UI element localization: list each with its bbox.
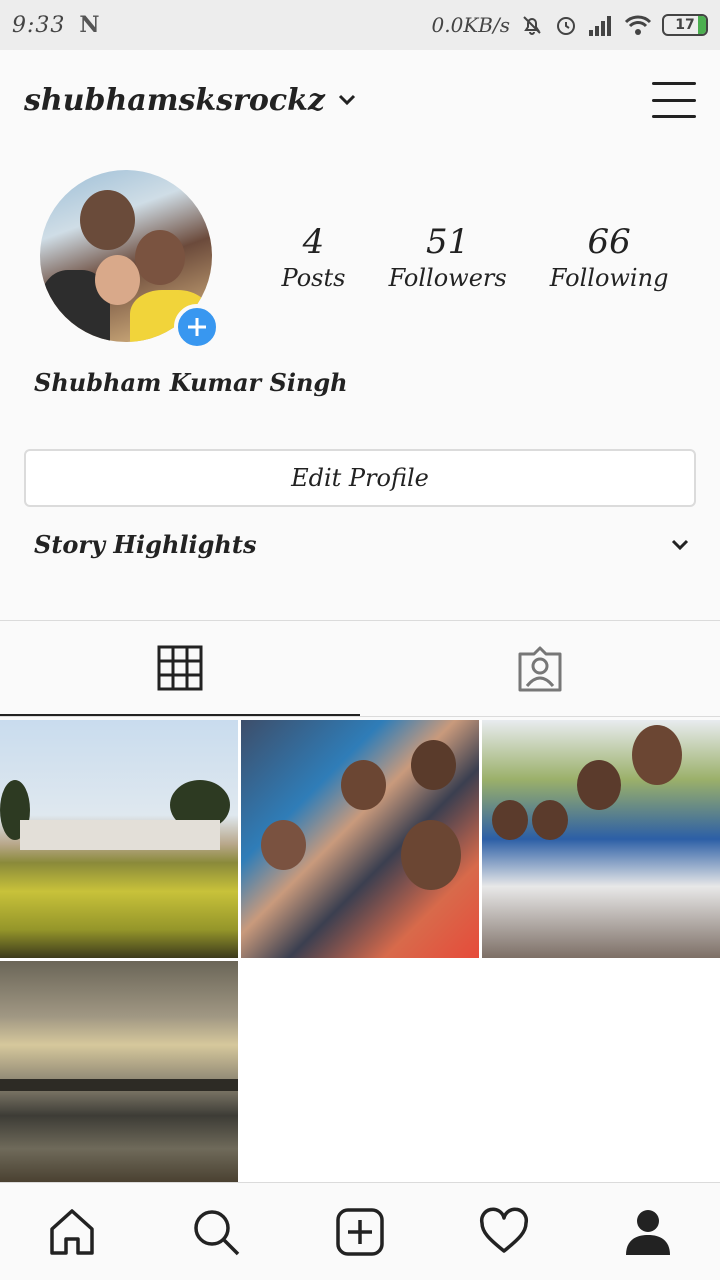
story-highlights-row[interactable]: Story Highlights xyxy=(34,530,690,559)
stat-followers[interactable]: 51 Followers xyxy=(389,222,507,292)
stat-value: 66 xyxy=(587,222,631,262)
tab-grid[interactable] xyxy=(0,621,360,716)
profile-icon xyxy=(626,1209,670,1255)
bottom-nav xyxy=(0,1182,720,1280)
nav-home[interactable] xyxy=(37,1197,107,1267)
stat-label: Followers xyxy=(388,264,507,292)
tagged-icon xyxy=(518,646,562,691)
alarm-icon xyxy=(557,17,575,35)
stat-value: 4 xyxy=(302,222,325,262)
post-thumbnail[interactable] xyxy=(482,720,720,958)
add-story-button[interactable] xyxy=(174,304,220,350)
chevron-down-icon[interactable] xyxy=(670,538,690,552)
story-highlights-label: Story Highlights xyxy=(34,530,257,559)
home-icon xyxy=(50,1208,94,1255)
status-bar: 9:33 N 0.0KB/s 17 xyxy=(0,0,720,50)
add-post-icon xyxy=(336,1207,384,1256)
mute-bell-icon xyxy=(523,16,541,35)
signal-icon xyxy=(589,16,611,36)
search-icon xyxy=(194,1209,240,1255)
chevron-down-icon[interactable] xyxy=(337,93,357,107)
post-thumbnail[interactable] xyxy=(241,720,479,958)
nav-activity[interactable] xyxy=(469,1197,539,1267)
menu-icon[interactable] xyxy=(652,82,696,118)
tab-tagged[interactable] xyxy=(360,621,720,716)
battery-icon: 17 xyxy=(662,14,708,36)
posts-grid xyxy=(0,720,720,1182)
stat-following[interactable]: 66 Following xyxy=(550,222,669,292)
profile-stats: 4 Posts 51 Followers 66 Following xyxy=(260,222,690,292)
nav-add-post[interactable] xyxy=(325,1197,395,1267)
username-switcher[interactable]: shubhamsksrockz xyxy=(24,83,325,118)
edit-profile-button[interactable]: Edit Profile xyxy=(24,449,696,507)
nav-search[interactable] xyxy=(181,1197,251,1267)
grid-icon xyxy=(157,645,203,690)
full-name: Shubham Kumar Singh xyxy=(34,368,348,397)
post-thumbnail[interactable] xyxy=(0,720,238,958)
stat-value: 51 xyxy=(425,222,470,262)
n-notification-icon: N xyxy=(79,12,100,38)
battery-level: 17 xyxy=(675,17,695,33)
stat-posts[interactable]: 4 Posts xyxy=(282,222,346,292)
stat-label: Following xyxy=(549,264,669,292)
network-speed: 0.0KB/s xyxy=(431,13,510,37)
stat-label: Posts xyxy=(281,264,346,292)
post-thumbnail[interactable] xyxy=(0,961,238,1182)
status-time: 9:33 xyxy=(12,12,66,38)
wifi-icon xyxy=(624,15,652,35)
profile-tabs xyxy=(0,621,720,717)
profile-header: shubhamsksrockz xyxy=(0,50,720,150)
plus-icon xyxy=(188,318,206,336)
nav-profile[interactable] xyxy=(613,1197,683,1267)
heart-icon xyxy=(479,1207,529,1253)
status-icons: 0.0KB/s 17 xyxy=(432,13,708,37)
